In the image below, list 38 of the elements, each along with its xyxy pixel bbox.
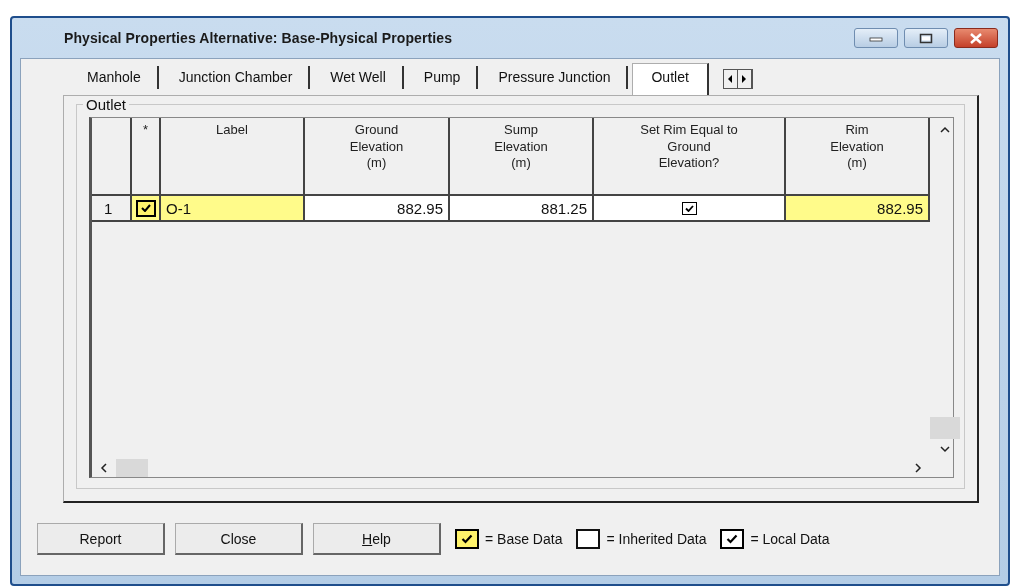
column-header[interactable]: Ground Elevation (m) — [305, 118, 450, 196]
checkmark-icon — [140, 204, 151, 212]
dialog-button[interactable]: Close — [175, 523, 303, 555]
table-cell: 881.25 — [450, 196, 594, 222]
column-header[interactable]: Sump Elevation (m) — [450, 118, 594, 196]
legend-label: = Base Data — [485, 531, 563, 547]
close-button[interactable] — [954, 28, 998, 48]
window-title: Physical Properties Alternative: Base-Physical Properties — [64, 30, 452, 46]
row-header: 1 — [92, 196, 132, 222]
left-arrow-icon — [727, 75, 734, 83]
group-title: Outlet — [83, 96, 130, 113]
minimize-button[interactable] — [854, 28, 898, 48]
dialog-button[interactable]: Report — [37, 523, 165, 555]
scroll-thumb[interactable] — [930, 417, 960, 439]
maximize-icon — [919, 32, 933, 44]
column-header[interactable]: Label — [161, 118, 305, 196]
right-arrow-icon — [741, 75, 748, 83]
scroll-left-icon — [100, 463, 108, 473]
legend-label: = Local Data — [750, 531, 830, 547]
checkbox[interactable] — [135, 199, 156, 217]
scroll-down-icon — [940, 445, 950, 453]
column-header[interactable]: Rim Elevation (m) — [786, 118, 930, 196]
scroll-thumb[interactable] — [116, 459, 148, 477]
checkbox[interactable] — [681, 201, 697, 215]
dialog-button[interactable]: Help — [313, 523, 441, 555]
table-cell: O-1 — [161, 196, 305, 222]
minimize-icon — [869, 34, 883, 42]
checkmark-icon — [684, 204, 694, 212]
scroll-up-icon — [940, 126, 950, 134]
maximize-button[interactable] — [904, 28, 948, 48]
legend-label: = Inherited Data — [606, 531, 707, 547]
table-cell: 882.95 — [305, 196, 450, 222]
close-icon — [969, 32, 983, 44]
column-header[interactable]: Set Rim Equal to Ground Elevation? — [594, 118, 786, 196]
table-cell: 882.95 — [786, 196, 930, 222]
tab[interactable]: Outlet — [632, 63, 709, 95]
scroll-right-icon — [914, 463, 922, 473]
column-header[interactable]: * — [132, 118, 161, 196]
